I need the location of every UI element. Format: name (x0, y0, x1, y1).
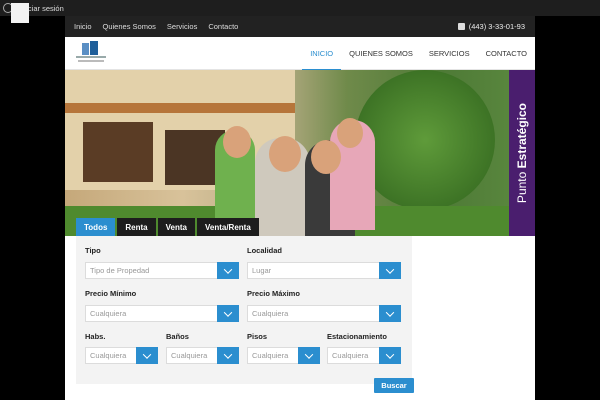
brand-band: Punto Estratégico (509, 70, 535, 236)
tipo-label: Tipo (85, 246, 101, 255)
tab-venta[interactable]: Venta (157, 218, 195, 236)
precio-min-label: Precio Mínimo (85, 289, 137, 298)
page: Inicio Quienes Somos Servicios Contacto … (65, 16, 535, 400)
search-icon[interactable] (11, 3, 29, 23)
estacionamiento-label: Estacionamiento (327, 332, 388, 341)
nav-item-contacto[interactable]: CONTACTO (478, 37, 535, 70)
nav-item-quienes-somos[interactable]: QUIENES SOMOS (341, 37, 421, 70)
chevron-down-icon[interactable] (379, 347, 401, 364)
tab-todos[interactable]: Todos (76, 218, 116, 236)
habs-value: Cualquiera (90, 351, 127, 360)
buscar-button[interactable]: Buscar (374, 378, 414, 393)
precio-min-value: Cualquiera (90, 309, 127, 318)
estacionamiento-select[interactable]: Cualquiera (327, 347, 401, 364)
precio-max-value: Cualquiera (252, 309, 289, 318)
phone-text: (443) 3-33-01-93 (468, 22, 525, 31)
banos-select[interactable]: Cualquiera (166, 347, 239, 364)
chevron-down-icon[interactable] (217, 305, 239, 322)
tab-renta[interactable]: Renta (117, 218, 156, 236)
site-header: INICIO QUIENES SOMOS SERVICIOS CONTACTO (65, 37, 535, 71)
hero-image: Punto Estratégico Todos Renta Venta Vent… (65, 70, 535, 236)
brand-text-light: Punto (515, 168, 529, 204)
estacionamiento-value: Cualquiera (332, 351, 369, 360)
nav-item-servicios[interactable]: SERVICIOS (421, 37, 478, 70)
chevron-down-icon[interactable] (217, 347, 239, 364)
topbar-link-servicios[interactable]: Servicios (167, 22, 197, 31)
banos-label: Baños (166, 332, 189, 341)
top-bar: Inicio Quienes Somos Servicios Contacto … (65, 16, 535, 37)
phone-number: (443) 3-33-01-93 (457, 22, 525, 31)
banos-value: Cualquiera (171, 351, 208, 360)
main-nav: INICIO QUIENES SOMOS SERVICIOS CONTACTO (302, 37, 535, 71)
chevron-down-icon[interactable] (379, 305, 401, 322)
tipo-select[interactable]: Tipo de Propedad (85, 262, 239, 279)
localidad-value: Lugar (252, 266, 272, 275)
nav-item-inicio[interactable]: INICIO (302, 37, 342, 71)
brand-text-bold: Estratégico (515, 102, 529, 169)
pisos-value: Cualquiera (252, 351, 289, 360)
pisos-label: Pisos (247, 332, 268, 341)
pisos-select[interactable]: Cualquiera (247, 347, 320, 364)
phone-icon (457, 23, 465, 30)
topbar-link-contacto[interactable]: Contacto (208, 22, 238, 31)
chevron-down-icon[interactable] (136, 347, 158, 364)
admin-bar: Iniciar sesión (0, 0, 600, 23)
chevron-down-icon[interactable] (217, 262, 239, 279)
chevron-down-icon[interactable] (379, 262, 401, 279)
precio-max-select[interactable]: Cualquiera (247, 305, 401, 322)
habs-label: Habs. (85, 332, 106, 341)
precio-min-select[interactable]: Cualquiera (85, 305, 239, 322)
localidad-select[interactable]: Lugar (247, 262, 401, 279)
tab-venta-renta[interactable]: Venta/Renta (196, 218, 259, 236)
tipo-value: Tipo de Propedad (90, 266, 150, 275)
topbar-link-inicio[interactable]: Inicio (74, 22, 92, 31)
site-logo[interactable] (76, 41, 106, 65)
property-search-form: Tipo Tipo de Propedad Localidad Lugar Pr… (76, 236, 414, 393)
search-tabs: Todos Renta Venta Venta/Renta (76, 218, 259, 236)
habs-select[interactable]: Cualquiera (85, 347, 158, 364)
precio-max-label: Precio Máximo (247, 289, 300, 298)
chevron-down-icon[interactable] (298, 347, 320, 364)
localidad-label: Localidad (247, 246, 283, 255)
topbar-link-quienes-somos[interactable]: Quienes Somos (103, 22, 156, 31)
